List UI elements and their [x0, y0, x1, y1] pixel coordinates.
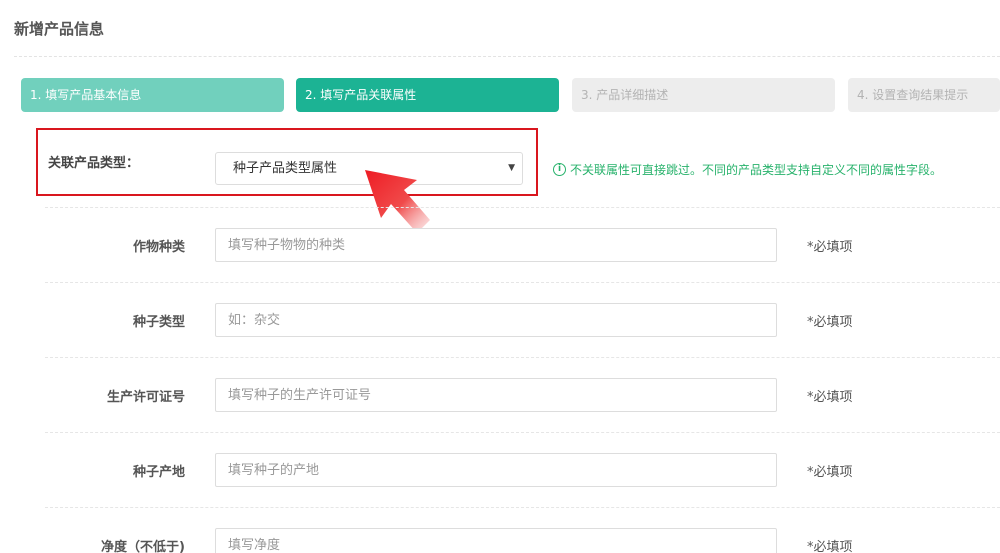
info-icon: i	[553, 163, 566, 176]
title-divider	[14, 56, 1000, 57]
row-divider	[45, 432, 1000, 433]
seed-type-label: 种子类型	[132, 315, 185, 330]
crop-species-required: *必填项	[807, 240, 853, 255]
product-type-label: 关联产品类型：	[48, 156, 140, 171]
seed-origin-required: *必填项	[807, 465, 853, 480]
row-divider	[45, 207, 1000, 208]
step-3-detailed-description[interactable]: 3. 产品详细描述	[572, 78, 835, 112]
purity-input[interactable]	[215, 528, 777, 553]
crop-species-label: 作物种类	[132, 240, 185, 255]
product-type-hint-text: 不关联属性可直接跳过。不同的产品类型支持自定义不同的属性字段。	[570, 163, 943, 177]
page: 新增产品信息 1. 填写产品基本信息 2. 填写产品关联属性 3. 产品详细描述…	[0, 0, 1000, 553]
purity-label: 净度（不低于)	[101, 540, 185, 553]
row-divider	[45, 282, 1000, 283]
row-divider	[45, 507, 1000, 508]
seed-origin-input[interactable]	[215, 453, 777, 487]
seed-type-required: *必填项	[807, 315, 853, 330]
product-type-hint: i 不关联属性可直接跳过。不同的产品类型支持自定义不同的属性字段。	[553, 161, 942, 178]
step-1-basic-info[interactable]: 1. 填写产品基本信息	[21, 78, 284, 112]
step-4-query-result-hint[interactable]: 4. 设置查询结果提示	[848, 78, 1000, 112]
dropdown-arrow-icon: ▼	[508, 163, 515, 173]
seed-origin-label: 种子产地	[132, 465, 185, 480]
seed-type-input[interactable]	[215, 303, 777, 337]
crop-species-input[interactable]	[215, 228, 777, 262]
product-type-selected-value: 种子产品类型属性	[233, 161, 338, 176]
purity-required: *必填项	[807, 540, 853, 553]
page-title: 新增产品信息	[14, 20, 105, 38]
production-license-label: 生产许可证号	[106, 390, 185, 405]
row-divider	[45, 357, 1000, 358]
step-2-related-attributes[interactable]: 2. 填写产品关联属性	[296, 78, 559, 112]
production-license-input[interactable]	[215, 378, 777, 412]
production-license-required: *必填项	[807, 390, 853, 405]
